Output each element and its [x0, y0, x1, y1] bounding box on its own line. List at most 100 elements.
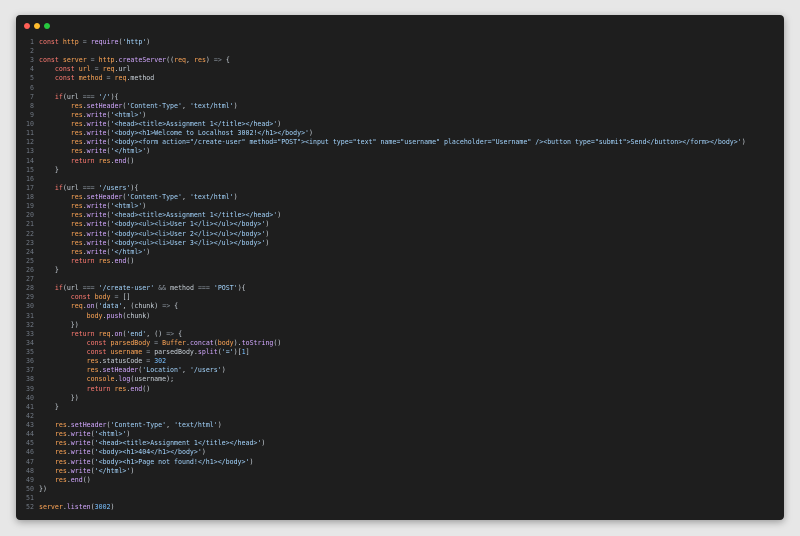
line-number: 2 — [30, 47, 34, 56]
code-line: 41 } — [16, 403, 784, 412]
code-line: 12 res.write('<body><form action="/creat… — [16, 138, 784, 147]
code-text: }) — [39, 484, 47, 493]
code-text: res.write('<head><title>Assignment 1</ti… — [54, 439, 266, 448]
code-text: if(url === '/'){ — [54, 92, 119, 101]
code-line: 11 res.write('<body><h1>Welcome to Local… — [16, 129, 784, 138]
code-text: if(url === '/create-user' && method === … — [54, 284, 246, 293]
line-number: 27 — [26, 275, 34, 284]
code-text: const body = [] — [70, 293, 131, 302]
code-line: 21 res.write('<body><ul><li>User 1</li><… — [16, 220, 784, 229]
line-number: 48 — [26, 466, 34, 475]
code-editor: 1 const http = require('http') 2 3 const ser… — [16, 37, 784, 520]
line-number: 9 — [30, 110, 34, 119]
code-line: 22 res.write('<body><ul><li>User 2</li><… — [16, 230, 784, 239]
window-titlebar — [16, 15, 784, 37]
line-number: 44 — [26, 430, 34, 439]
line-number: 17 — [26, 183, 34, 192]
line-number: 52 — [26, 503, 34, 512]
code-line: 8 res.setHeader('Content-Type', 'text/ht… — [16, 102, 784, 111]
code-text: res.write('<html>') — [70, 110, 147, 119]
code-line: 26 } — [16, 266, 784, 275]
line-number: 29 — [26, 293, 34, 302]
close-window-button[interactable] — [24, 23, 30, 29]
code-line: 18 res.setHeader('Content-Type', 'text/h… — [16, 193, 784, 202]
line-number: 43 — [26, 421, 34, 430]
code-line: 13 res.write('</html>') — [16, 147, 784, 156]
line-number: 33 — [26, 329, 34, 338]
minimize-window-button[interactable] — [34, 23, 40, 29]
code-line: 5 const method = req.method — [16, 74, 784, 83]
code-text: res.write('<head><title>Assignment 1</ti… — [70, 211, 282, 220]
code-text: const server = http.createServer((req, r… — [39, 56, 230, 65]
code-text: body.push(chunk) — [86, 311, 151, 320]
code-line: 34 const parsedBody = Buffer.concat(body… — [16, 339, 784, 348]
line-number: 37 — [26, 366, 34, 375]
line-number: 42 — [26, 411, 34, 420]
code-text: return res.end() — [70, 256, 135, 265]
line-number: 12 — [26, 138, 34, 147]
code-line: 16 — [16, 175, 784, 184]
code-line: 45 res.write('<head><title>Assignment 1<… — [16, 439, 784, 448]
code-text: return res.end() — [70, 156, 135, 165]
line-number: 15 — [26, 165, 34, 174]
line-number: 20 — [26, 211, 34, 220]
line-number: 23 — [26, 238, 34, 247]
code-line: 24 res.write('</html>') — [16, 248, 784, 257]
code-line: 30 req.on('data', (chunk) => { — [16, 302, 784, 311]
line-number: 1 — [30, 38, 34, 46]
code-line: 31 body.push(chunk) — [16, 312, 784, 321]
line-number: 26 — [26, 266, 34, 274]
maximize-window-button[interactable] — [44, 23, 50, 29]
code-text: console.log(username); — [86, 375, 175, 384]
code-text: res.write('<body><h1>404</h1></body>') — [54, 448, 206, 457]
line-number: 31 — [26, 311, 34, 320]
line-number: 41 — [26, 402, 34, 411]
code-line: 42 — [16, 412, 784, 421]
code-line: 51 — [16, 494, 784, 503]
code-text: const parsedBody = Buffer.concat(body).t… — [86, 338, 282, 347]
code-line: 32 }) — [16, 321, 784, 330]
line-number: 50 — [26, 484, 34, 493]
code-text: res.write('<head><title>Assignment 1</ti… — [70, 120, 282, 129]
line-number: 38 — [26, 375, 34, 384]
line-number: 32 — [26, 320, 34, 329]
code-line: 17 if(url === '/users'){ — [16, 184, 784, 193]
code-text: res.statusCode = 302 — [86, 357, 167, 366]
line-number: 8 — [30, 101, 34, 110]
line-number: 51 — [26, 494, 34, 502]
code-text: const username = parsedBody.split('=')[1… — [86, 348, 250, 357]
code-text: res.end() — [54, 475, 91, 484]
code-line: 38 console.log(username); — [16, 375, 784, 384]
line-number: 7 — [30, 92, 34, 101]
code-line: 10 res.write('<head><title>Assignment 1<… — [16, 120, 784, 129]
code-text: res.write('<body><ul><li>User 2</li></ul… — [70, 229, 270, 238]
line-number: 47 — [26, 457, 34, 466]
line-number: 25 — [26, 256, 34, 265]
code-line: 49 res.end() — [16, 476, 784, 485]
code-line: 7 if(url === '/'){ — [16, 93, 784, 102]
code-text: res.write('<body><h1>Welcome to Localhos… — [70, 129, 313, 138]
line-number: 13 — [26, 147, 34, 156]
line-number: 49 — [26, 475, 34, 484]
code-line: 3 const server = http.createServer((req, … — [16, 56, 784, 65]
line-number: 21 — [26, 220, 34, 229]
code-text: res.write('<body><h1>Page not found!</h1… — [54, 457, 254, 466]
code-text: return req.on('end', () => { — [70, 329, 183, 338]
line-number: 28 — [26, 284, 34, 293]
code-line: 15 } — [16, 166, 784, 175]
code-line: 36 res.statusCode = 302 — [16, 357, 784, 366]
line-number: 39 — [26, 384, 34, 393]
line-number: 14 — [26, 156, 34, 165]
code-line: 27 — [16, 275, 784, 284]
code-text: } — [54, 165, 59, 174]
line-number: 11 — [26, 129, 34, 138]
code-text: res.write('<body><ul><li>User 1</li></ul… — [70, 220, 270, 229]
code-text: res.write('<body><form action="/create-u… — [70, 138, 746, 147]
code-text: res.write('<html>') — [70, 202, 147, 211]
line-number: 35 — [26, 348, 34, 357]
line-number: 18 — [26, 193, 34, 202]
code-text: res.write('</html>') — [70, 147, 151, 156]
code-text: if(url === '/users'){ — [54, 183, 139, 192]
code-text: server.listen(3002) — [39, 503, 115, 512]
code-line: 43 res.setHeader('Content-Type', 'text/h… — [16, 421, 784, 430]
